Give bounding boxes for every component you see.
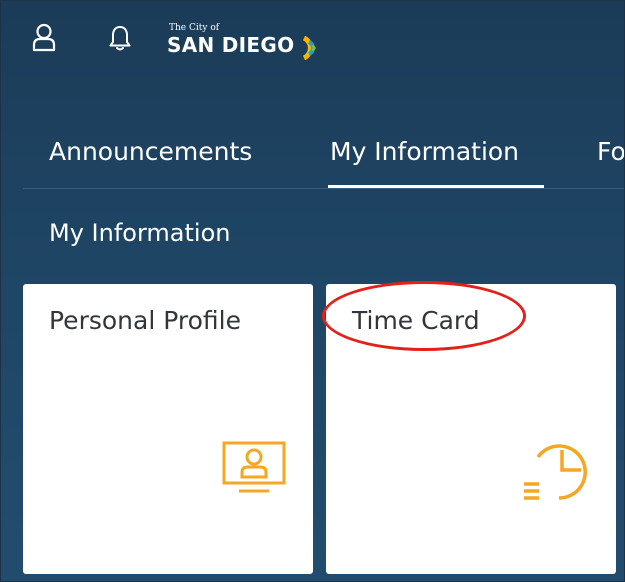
tab-bar-divider bbox=[23, 188, 624, 189]
tab-my-information[interactable]: My Information bbox=[330, 137, 519, 166]
section-title: My Information bbox=[49, 219, 231, 247]
clock-list-icon bbox=[524, 444, 587, 500]
time-card-tile[interactable]: Time Card bbox=[326, 284, 616, 574]
tab-bar: Announcements My Information Fo bbox=[1, 119, 624, 191]
personal-profile-tile[interactable]: Personal Profile bbox=[23, 284, 313, 574]
tile-title: Time Card bbox=[352, 306, 480, 335]
user-icon[interactable] bbox=[27, 21, 61, 55]
bell-icon[interactable] bbox=[103, 21, 137, 55]
tab-announcements[interactable]: Announcements bbox=[49, 137, 252, 166]
logo-small-text: The City of bbox=[169, 23, 220, 33]
profile-icon bbox=[222, 441, 286, 493]
logo-main-text: SAN DIEGO bbox=[167, 33, 295, 57]
tile-title: Personal Profile bbox=[49, 306, 241, 335]
logo-sun-icon bbox=[302, 36, 316, 60]
app-frame: The City of SAN DIEGO Announcements My I… bbox=[0, 0, 625, 582]
city-of-san-diego-logo[interactable]: The City of SAN DIEGO bbox=[167, 23, 347, 63]
shell-header: The City of SAN DIEGO bbox=[1, 1, 624, 91]
tab-fo[interactable]: Fo bbox=[597, 137, 624, 166]
